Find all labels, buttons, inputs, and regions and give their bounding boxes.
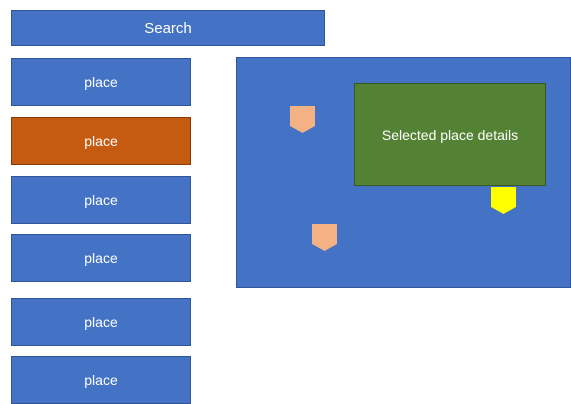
map-pin-shape	[290, 106, 315, 133]
map-pin-icon[interactable]	[290, 106, 315, 133]
place-list-item-label: place	[84, 314, 118, 330]
map-pin-icon[interactable]	[312, 224, 337, 251]
place-list-item-selected[interactable]: place	[11, 117, 191, 165]
details-label: Selected place details	[381, 126, 519, 143]
search-bar[interactable]: Search	[11, 10, 325, 46]
map-pin-shape	[491, 187, 516, 214]
map-pin-icon[interactable]	[491, 187, 516, 214]
place-list-item[interactable]: place	[11, 58, 191, 106]
search-label: Search	[144, 19, 192, 37]
place-list-item-label: place	[84, 74, 118, 90]
place-list-item-label: place	[84, 372, 118, 388]
place-list-item[interactable]: place	[11, 298, 191, 346]
map-pin-shape	[312, 224, 337, 251]
place-list-item-label: place	[84, 250, 118, 266]
place-list-item-label: place	[84, 192, 118, 208]
place-list-item[interactable]: place	[11, 234, 191, 282]
place-list-item[interactable]: place	[11, 356, 191, 404]
selected-place-details-panel: Selected place details	[354, 83, 546, 186]
place-list-item[interactable]: place	[11, 176, 191, 224]
place-list-item-label: place	[84, 133, 118, 149]
